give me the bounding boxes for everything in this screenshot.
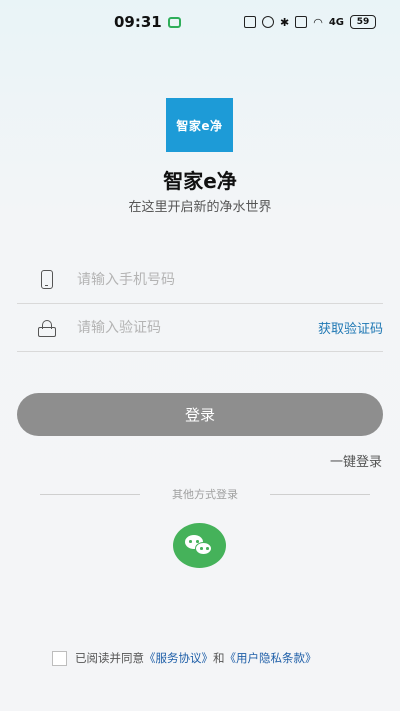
vibrate-icon <box>295 16 308 28</box>
alarm-icon <box>262 16 274 28</box>
wechat-login-button[interactable] <box>173 523 226 568</box>
nfc-icon <box>244 16 256 28</box>
status-left: 09:31 <box>114 13 181 31</box>
agreement-checkbox[interactable] <box>52 650 67 666</box>
get-code-button[interactable]: 获取验证码 <box>318 318 383 337</box>
app-logo-text: 智家e净 <box>176 118 223 133</box>
chat-notification-icon <box>167 16 181 28</box>
wechat-icon-small-bubble <box>195 542 212 555</box>
agreement-row: 已阅读并同意《服务协议》和《用户隐私条款》 <box>52 650 317 666</box>
status-right: ✱ ◠ 4G 59 <box>244 15 376 29</box>
app-slogan: 在这里开启新的净水世界 <box>128 200 272 215</box>
divider-line-left <box>40 493 140 495</box>
lock-icon <box>38 319 56 337</box>
app-name: 智家e净 <box>163 169 237 193</box>
phone-icon <box>41 270 53 289</box>
other-login-label: 其他方式登录 <box>172 488 238 501</box>
other-login-divider: 其他方式登录 <box>40 486 370 502</box>
wifi-icon: ◠ <box>313 15 323 29</box>
phone-field-row <box>17 256 383 304</box>
agreement-and: 和 <box>213 651 225 665</box>
battery-icon: 59 <box>350 15 376 29</box>
signal-icon: 4G <box>328 16 344 28</box>
app-logo: 智家e净 <box>166 98 233 152</box>
agreement-prefix: 已阅读并同意 <box>75 651 144 665</box>
service-agreement-link[interactable]: 《服务协议》 <box>144 651 213 665</box>
one-key-login-link[interactable]: 一键登录 <box>330 451 382 470</box>
bluetooth-icon: ✱ <box>280 15 290 29</box>
privacy-policy-link[interactable]: 《用户隐私条款》 <box>225 651 317 665</box>
phone-icon-wrap <box>17 270 77 289</box>
status-bar: 09:31 ✱ ◠ 4G 59 <box>0 0 400 44</box>
battery-level: 59 <box>356 17 370 27</box>
status-time: 09:31 <box>114 13 162 31</box>
lock-icon-wrap <box>17 319 77 337</box>
divider-line-right <box>270 493 370 495</box>
verification-code-input[interactable] <box>77 304 318 351</box>
phone-input[interactable] <box>77 256 383 303</box>
code-field-row: 获取验证码 <box>17 304 383 352</box>
login-button[interactable]: 登录 <box>17 393 383 436</box>
